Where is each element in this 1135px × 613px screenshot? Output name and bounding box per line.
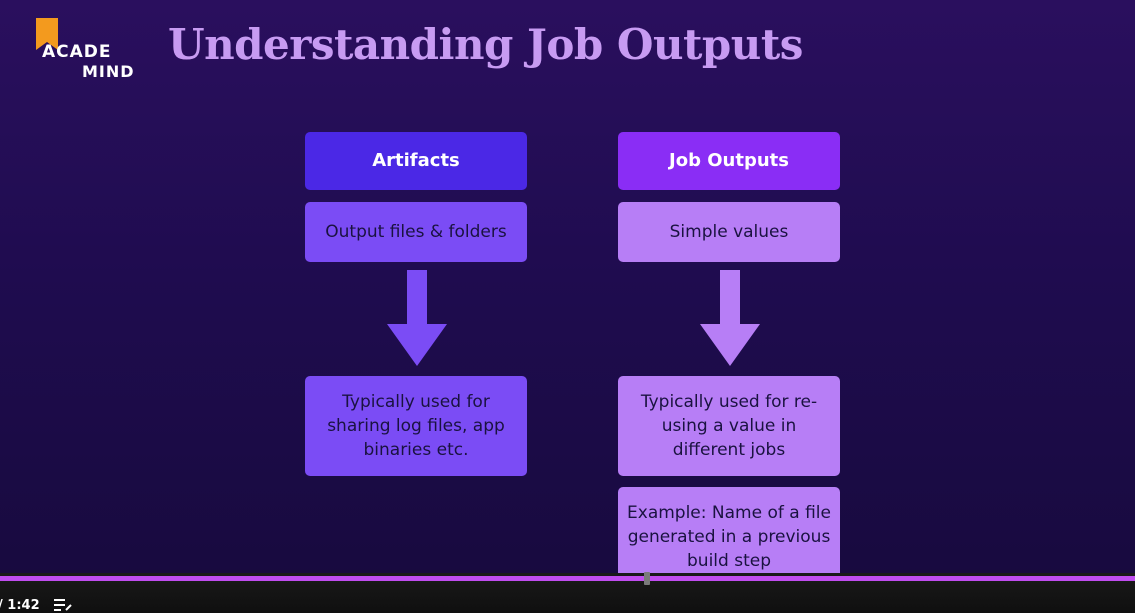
logo-text-bottom: MIND xyxy=(82,62,135,81)
chapters-icon[interactable] xyxy=(54,598,72,612)
logo-text-top: ACADE xyxy=(42,42,112,62)
academind-logo: ACADE MIND xyxy=(30,16,140,81)
job-outputs-example: Example: Name of a file generated in a p… xyxy=(618,487,840,587)
job-outputs-subtitle: Simple values xyxy=(618,202,840,262)
artifacts-subtitle: Output files & folders xyxy=(305,202,527,262)
progress-bar[interactable] xyxy=(0,576,1135,581)
progress-scrubber[interactable] xyxy=(644,572,650,585)
job-outputs-description: Typically used for re-using a value in d… xyxy=(618,376,840,476)
time-display: / 1:42 xyxy=(0,598,40,613)
down-arrow-icon xyxy=(700,270,760,366)
slide-title: Understanding Job Outputs xyxy=(168,20,803,69)
job-outputs-header: Job Outputs xyxy=(618,132,840,190)
artifacts-header: Artifacts xyxy=(305,132,527,190)
down-arrow-icon xyxy=(387,270,447,366)
artifacts-description: Typically used for sharing log files, ap… xyxy=(305,376,527,476)
